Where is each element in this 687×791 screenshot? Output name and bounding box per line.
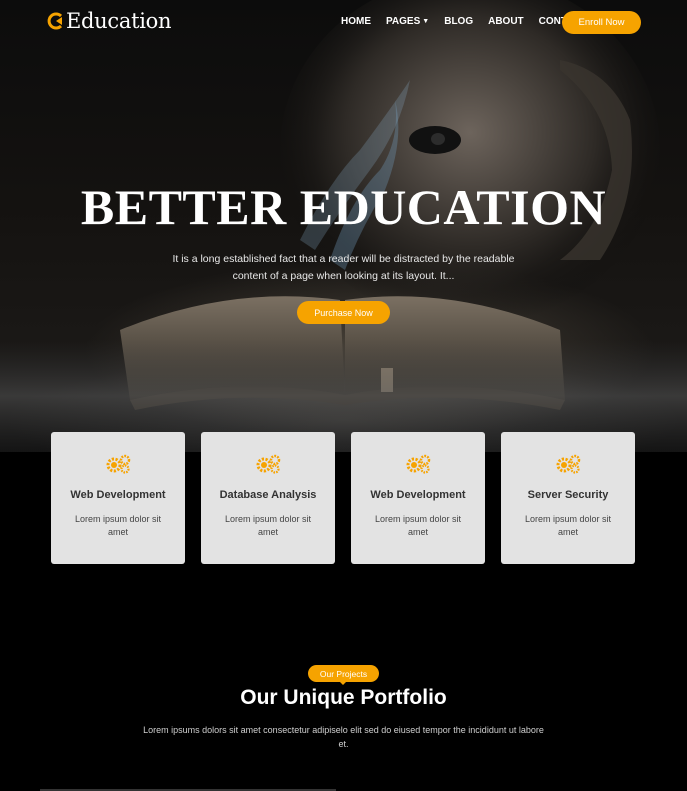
top-navbar: Education HOME PAGES ▼ BLOG ABOUT CONTAC… <box>0 0 687 46</box>
section-title: Our Unique Portfolio <box>240 686 447 709</box>
purchase-now-button[interactable]: Purchase Now <box>297 301 390 324</box>
logo-c-icon <box>47 12 63 30</box>
nav-link-blog[interactable]: BLOG <box>444 16 473 27</box>
service-card-title: Database Analysis <box>219 489 317 501</box>
gears-icon <box>406 454 431 474</box>
section-description: Lorem ipsums dolors sit amet consectetur… <box>143 725 544 749</box>
nav-link-about[interactable]: ABOUT <box>488 16 524 27</box>
hero-banner: Education HOME PAGES ▼ BLOG ABOUT CONTAC… <box>0 0 687 452</box>
service-card-title: Web Development <box>70 489 166 501</box>
section-badge: Our Projects <box>308 665 379 682</box>
hero-subtitle: It is a long established fact that a rea… <box>172 253 515 282</box>
gears-icon <box>256 454 281 474</box>
service-card[interactable]: Server Security Lorem ipsum dolor sit am… <box>501 432 635 564</box>
service-card-title: Web Development <box>370 489 466 501</box>
chevron-down-icon: ▼ <box>422 18 430 25</box>
enroll-now-button[interactable]: Enroll Now <box>562 11 641 34</box>
nav-link-home[interactable]: HOME <box>341 16 371 27</box>
section-badge-pointer <box>339 681 347 685</box>
service-card[interactable]: Database Analysis Lorem ipsum dolor sit … <box>201 432 335 564</box>
service-card[interactable]: Web Development Lorem ipsum dolor sit am… <box>351 432 485 564</box>
brand-name: Education <box>66 9 172 33</box>
brand-logo[interactable]: Education <box>47 9 172 33</box>
service-card-text: Lorem ipsum dolor sit amet <box>524 514 612 537</box>
nav-link-pages-label: PAGES <box>386 16 421 27</box>
service-card-text: Lorem ipsum dolor sit amet <box>374 514 462 537</box>
nav-link-pages[interactable]: PAGES ▼ <box>386 16 429 27</box>
hero-title: BETTER EDUCATION <box>80 179 607 235</box>
gears-icon <box>106 454 131 474</box>
gears-icon <box>556 454 581 474</box>
service-card-text: Lorem ipsum dolor sit amet <box>74 514 162 537</box>
service-card-title: Server Security <box>527 489 609 501</box>
service-card[interactable]: Web Development Lorem ipsum dolor sit am… <box>51 432 185 564</box>
service-card-text: Lorem ipsum dolor sit amet <box>224 514 312 537</box>
